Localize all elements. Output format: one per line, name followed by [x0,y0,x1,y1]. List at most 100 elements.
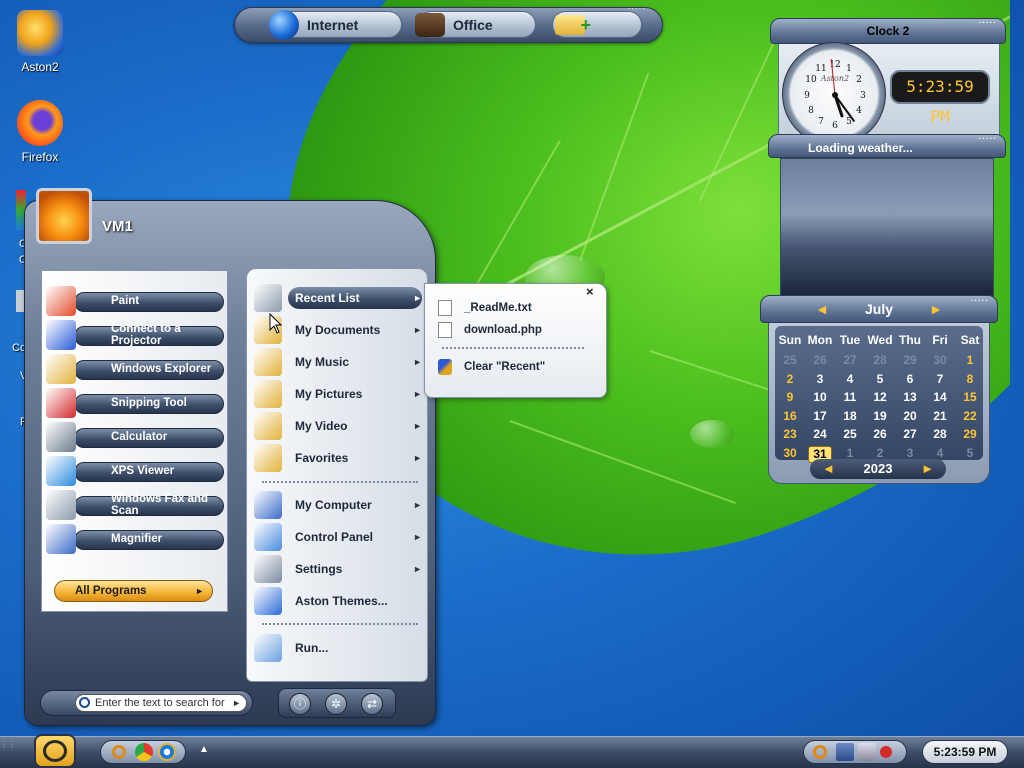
calendar-day[interactable]: 23 [775,427,805,441]
taskbar-menu-icon[interactable]: ▲ [199,744,209,755]
calendar-day[interactable]: 28 [925,427,955,441]
calendar-day[interactable]: 28 [865,353,895,367]
calendar-day[interactable]: 1 [835,446,865,460]
calendar-day[interactable]: 2 [865,446,895,460]
places-item-label: My Music [295,355,350,369]
places-item-my-pictures[interactable]: My Pictures ► [254,380,422,408]
calendar-day[interactable]: 8 [955,372,985,386]
info-button[interactable]: ⓘ [289,693,311,715]
calendar-day[interactable]: 4 [835,372,865,386]
next-year-button[interactable]: ► [921,459,934,479]
calendar-day[interactable]: 22 [955,409,985,423]
pinned-item-windows-explorer[interactable]: Windows Explorer [46,354,224,384]
partial-desktop-icon[interactable] [16,290,24,312]
places-item-run[interactable]: Run... [254,634,422,662]
calendar-day[interactable]: 3 [805,372,835,386]
search-input[interactable]: Enter the text to search for ► [75,694,247,712]
places-item-settings[interactable]: Settings ► [254,555,422,583]
places-item-my-computer[interactable]: My Computer ► [254,491,422,519]
calendar-day[interactable]: 6 [895,372,925,386]
all-programs-button[interactable]: All Programs ► [54,580,213,602]
user-avatar[interactable] [36,188,92,244]
ie-icon[interactable] [158,743,176,761]
display-icon[interactable] [858,743,876,761]
network-icon[interactable] [836,743,854,761]
pinned-item-xps-viewer[interactable]: XPS Viewer [46,456,224,486]
calendar-day[interactable]: 3 [895,446,925,460]
calendar-day[interactable]: 9 [775,390,805,404]
office-button[interactable]: Office [415,11,536,38]
calendar-day[interactable]: 10 [805,390,835,404]
calendar-day[interactable]: 29 [955,427,985,441]
calendar-day[interactable]: 5 [955,446,985,460]
aston2-icon [17,10,63,56]
pinned-item-calculator[interactable]: Calculator [46,422,224,452]
calendar-day[interactable]: 1 [955,353,985,367]
calendar-day[interactable]: 17 [805,409,835,423]
desktop-icon-aston2[interactable]: Aston2 [0,10,80,74]
broom-icon [438,359,452,375]
svg-text:2: 2 [856,75,862,85]
search-icon[interactable] [112,745,126,759]
next-month-button[interactable]: ► [929,296,943,322]
calendar-day[interactable]: 25 [775,353,805,367]
calendar-day[interactable]: 26 [865,427,895,441]
taskbar-clock[interactable]: 5:23:59 PM [922,740,1008,764]
calendar-day[interactable]: 15 [955,390,985,404]
add-folder-icon: + [555,14,591,35]
calendar-day[interactable]: 13 [895,390,925,404]
prev-month-button[interactable]: ◄ [815,296,829,322]
calendar-day[interactable]: 12 [865,390,895,404]
pinned-item-windows-fax-and-scan[interactable]: Windows Fax and Scan [46,490,224,520]
add-folder-button[interactable]: + [552,11,642,38]
places-item-recent-list[interactable]: Recent List ► [254,284,422,312]
calendar-day[interactable]: 21 [925,409,955,423]
start-button[interactable] [34,734,76,768]
chrome-icon[interactable] [135,743,153,761]
calendar-day[interactable]: 27 [835,353,865,367]
calendar-day[interactable]: 18 [835,409,865,423]
calendar-day[interactable]: 29 [895,353,925,367]
internet-button[interactable]: Internet [269,9,402,40]
submenu-arrow-icon: ► [413,500,422,510]
calendar-day[interactable]: 24 [805,427,835,441]
clear-recent-button[interactable]: Clear "Recent" [438,358,545,376]
desktop-icon-firefox[interactable]: Firefox [0,100,80,164]
places-item-my-music[interactable]: My Music ► [254,348,422,376]
calendar-day[interactable]: 7 [925,372,955,386]
calendar-day[interactable]: 2 [775,372,805,386]
taskbar-grip[interactable]: ⋮⋮ [0,740,28,764]
pinned-item-snipping-tool[interactable]: Snipping Tool [46,388,224,418]
pinned-item-paint[interactable]: Paint [46,286,224,316]
places-item-aston-themes[interactable]: Aston Themes... [254,587,422,615]
calendar-day[interactable]: 11 [835,390,865,404]
pinned-item-connect-to-a-projector[interactable]: Connect to a Projector [46,320,224,350]
pinned-item-label: XPS Viewer [111,465,175,477]
recent-item[interactable]: _ReadMe.txt [438,299,532,317]
calendar-day[interactable]: 30 [775,446,805,460]
places-item-label: Control Panel [295,530,374,544]
pinned-item-magnifier[interactable]: Magnifier [46,524,224,554]
switch-user-button[interactable]: ⇄ [361,693,383,715]
prev-year-button[interactable]: ◄ [822,459,835,479]
recent-item[interactable]: download.php [438,321,542,339]
calendar-day[interactable]: 26 [805,353,835,367]
calendar-day[interactable]: 16 [775,409,805,423]
svg-text:8: 8 [808,106,814,116]
calendar-day[interactable]: 25 [835,427,865,441]
places-item-my-video[interactable]: My Video ► [254,412,422,440]
places-item-control-panel[interactable]: Control Panel ► [254,523,422,551]
places-item-favorites[interactable]: Favorites ► [254,444,422,472]
calendar-day[interactable]: 20 [895,409,925,423]
search-icon[interactable] [813,745,827,759]
shutdown-button[interactable]: ✲ [325,693,347,715]
calendar-day[interactable]: 5 [865,372,895,386]
calendar-day[interactable]: 30 [925,353,955,367]
close-popup-button[interactable]: × [586,284,594,299]
calendar-day[interactable]: 27 [895,427,925,441]
calendar-day[interactable]: 4 [925,446,955,460]
calendar-day[interactable]: 19 [865,409,895,423]
search-go-icon[interactable]: ► [232,695,241,711]
volume-muted-icon[interactable] [880,746,892,758]
calendar-day[interactable]: 14 [925,390,955,404]
